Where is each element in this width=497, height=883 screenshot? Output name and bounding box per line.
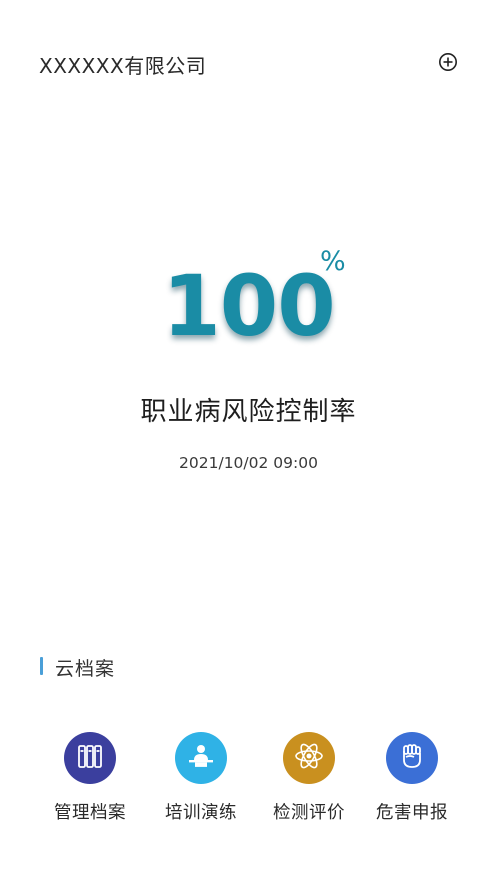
risk-control-rate-value: 100 [162,257,335,355]
section-accent-bar [40,657,43,675]
grid-item-label: 管理档案 [54,803,126,823]
feature-grid: 管理档案 培训演练 检测评价 危害申报 [0,732,497,832]
circle-plus-icon [438,52,458,72]
grid-item-detection-evaluation[interactable]: 检测评价 [259,732,359,824]
risk-control-rate-label: 职业病风险控制率 [140,397,357,427]
circle [283,732,335,784]
risk-control-rate-unit: % [320,246,346,277]
fist-icon [397,741,427,775]
grid-item-label: 危害申报 [376,803,448,823]
circle [64,732,116,784]
stat-timestamp: 2021/10/02 09:00 [179,454,318,472]
lecture-icon [185,741,217,775]
circle [386,732,438,784]
company-name: XXXXXX有限公司 [39,54,207,78]
add-button[interactable] [438,52,458,72]
grid-item-management-archive[interactable]: 管理档案 [40,732,140,824]
grid-item-training-drill[interactable]: 培训演练 [151,732,251,824]
grid-item-label: 培训演练 [165,803,237,823]
circle [175,732,227,784]
app-screen: XXXXXX有限公司 100 % 职业病风险控制率 2021/10/02 09:… [0,0,497,883]
atom-icon [292,739,326,777]
section-title: 云档案 [55,658,116,680]
grid-item-label: 检测评价 [273,803,345,823]
grid-item-hazard-declaration[interactable]: 危害申报 [362,732,462,824]
binders-icon [75,741,105,775]
